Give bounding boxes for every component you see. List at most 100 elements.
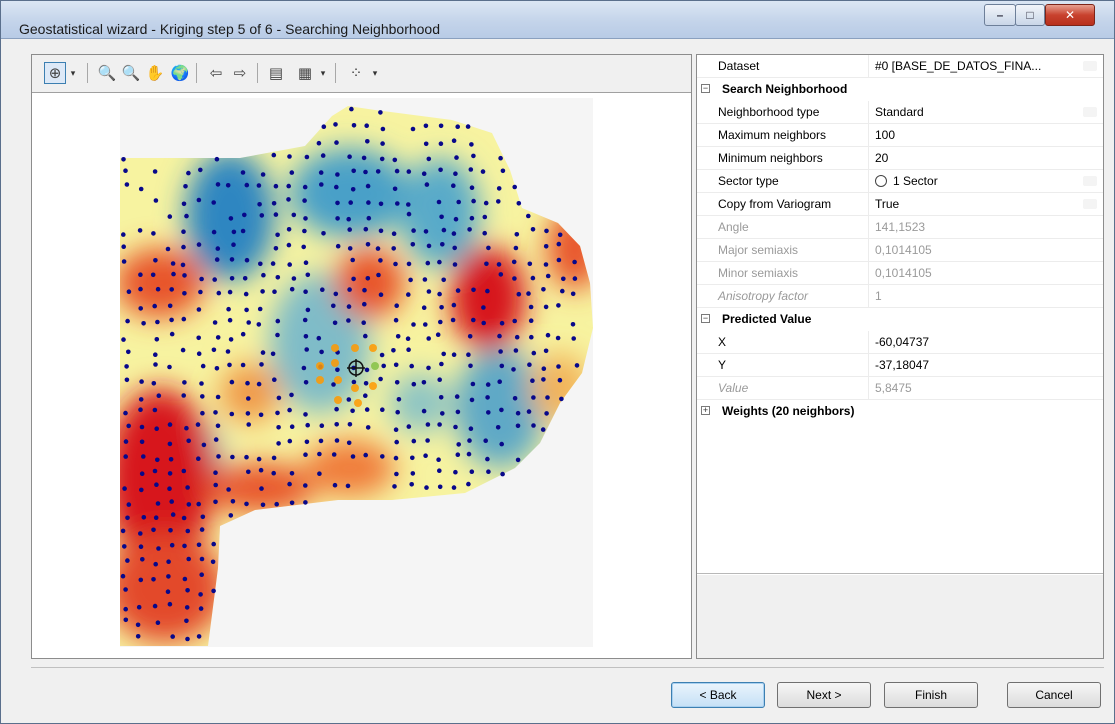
forward-arrow-icon[interactable]: ⇨: [229, 62, 251, 84]
collapse-icon[interactable]: −: [701, 84, 710, 93]
sample-point: [230, 499, 236, 504]
title-bar[interactable]: Geostatistical wizard - Kriging step 5 o…: [1, 1, 1114, 39]
sample-point: [331, 303, 336, 309]
sample-point: [467, 438, 472, 443]
sample-point: [156, 546, 161, 551]
minimize-button[interactable]: –: [984, 4, 1016, 26]
sample-point: [182, 576, 188, 582]
sample-point: [347, 227, 352, 232]
finish-button[interactable]: Finish: [884, 682, 978, 708]
dropdown-button[interactable]: [1083, 61, 1097, 71]
dropdown-button[interactable]: [1083, 107, 1097, 117]
dropdown-arrow-icon[interactable]: ▾: [67, 62, 79, 84]
maximize-button[interactable]: □: [1015, 4, 1045, 26]
category-search-neighborhood[interactable]: − Search Neighborhood: [697, 78, 1103, 101]
cancel-button[interactable]: Cancel: [1007, 682, 1101, 708]
sample-point: [153, 561, 158, 567]
sample-point: [334, 140, 339, 145]
sample-point: [170, 261, 176, 266]
back-button[interactable]: < Back: [671, 682, 765, 708]
sample-point: [424, 485, 429, 490]
sample-point: [246, 469, 251, 475]
sample-point: [246, 396, 251, 401]
sample-point: [393, 362, 399, 368]
sample-point: [468, 426, 474, 432]
sample-point: [167, 601, 173, 607]
sample-point: [271, 152, 277, 158]
sample-point: [225, 349, 231, 354]
pan-hand-icon[interactable]: ✋: [144, 62, 166, 84]
sample-point: [229, 257, 235, 262]
identify-list-icon[interactable]: ▤: [265, 62, 287, 84]
dropdown-button[interactable]: [1083, 176, 1097, 186]
column-divider: [868, 354, 869, 376]
sample-point: [196, 242, 202, 247]
sample-point: [527, 362, 532, 368]
description-splitter[interactable]: [697, 573, 1103, 574]
sample-point: [245, 411, 251, 416]
category-weights[interactable]: + Weights (20 neighbors): [697, 400, 1103, 423]
sample-point: [331, 382, 336, 387]
sample-point: [544, 228, 549, 234]
sample-point: [211, 229, 217, 235]
back-arrow-icon[interactable]: ⇦: [205, 62, 227, 84]
property-row-minimum-neighbors[interactable]: Minimum neighbors 20: [697, 147, 1103, 170]
kriging-surface-map[interactable]: [120, 98, 593, 647]
sample-point: [516, 201, 522, 206]
sample-point: [380, 141, 385, 146]
property-row-y[interactable]: Y -37,18047: [697, 354, 1103, 377]
sample-point: [471, 317, 476, 323]
legend-icon[interactable]: ▦: [294, 62, 316, 84]
property-row-minor-semiaxis: Minor semiaxis 0,1014105: [697, 262, 1103, 285]
property-row-copy-from-variogram[interactable]: Copy from Variogram True: [697, 193, 1103, 216]
sample-point: [526, 213, 531, 219]
sample-point: [289, 170, 295, 175]
sample-point: [572, 276, 578, 281]
property-row-sector-type[interactable]: Sector type 1 Sector: [697, 170, 1103, 193]
zoom-out-icon[interactable]: 🔍: [120, 62, 142, 84]
select-tool-icon[interactable]: ⊕: [44, 62, 66, 84]
sample-point: [437, 422, 442, 427]
next-button[interactable]: Next >: [777, 682, 871, 708]
sample-point: [471, 153, 476, 159]
kriging-map-view[interactable]: [120, 98, 593, 647]
property-row-maximum-neighbors[interactable]: Maximum neighbors 100: [697, 124, 1103, 147]
sample-point: [396, 397, 402, 402]
sample-point: [181, 515, 187, 521]
column-divider: [868, 262, 869, 284]
property-row-dataset[interactable]: Dataset #0 [BASE_DE_DATOS_FINA...: [697, 55, 1103, 78]
sample-point: [486, 469, 491, 475]
sample-point: [181, 229, 186, 234]
sample-point: [392, 186, 398, 192]
property-row-x[interactable]: X -60,04737: [697, 331, 1103, 354]
dropdown-arrow-icon[interactable]: ▾: [317, 62, 329, 84]
sample-point: [275, 318, 281, 324]
sample-point: [556, 364, 561, 369]
sample-point: [136, 604, 142, 610]
window-title: Geostatistical wizard - Kriging step 5 o…: [19, 21, 440, 37]
sample-point: [287, 438, 293, 444]
close-button[interactable]: ✕: [1045, 4, 1095, 26]
sample-point: [210, 559, 216, 565]
dropdown-arrow-icon[interactable]: ▾: [369, 62, 381, 84]
dropdown-button[interactable]: [1083, 199, 1097, 209]
collapse-icon[interactable]: −: [701, 314, 710, 323]
sample-point: [182, 273, 187, 278]
sample-point: [468, 363, 473, 369]
sample-point: [380, 407, 385, 413]
property-row-neighborhood-type[interactable]: Neighborhood type Standard: [697, 101, 1103, 124]
sample-point: [423, 123, 429, 129]
sample-point: [226, 306, 231, 312]
sample-point: [426, 365, 431, 371]
globe-full-extent-icon[interactable]: 🌍: [169, 62, 191, 84]
sample-point: [246, 320, 251, 325]
sample-point: [451, 183, 456, 188]
expand-icon[interactable]: +: [701, 406, 710, 415]
zoom-in-icon[interactable]: 🔍: [96, 62, 118, 84]
sample-point: [527, 261, 533, 267]
category-predicted-value[interactable]: − Predicted Value: [697, 308, 1103, 331]
sample-point: [409, 363, 415, 369]
sample-point: [319, 423, 325, 429]
symbology-points-icon[interactable]: ⁘: [345, 62, 367, 84]
sample-point: [440, 411, 445, 416]
